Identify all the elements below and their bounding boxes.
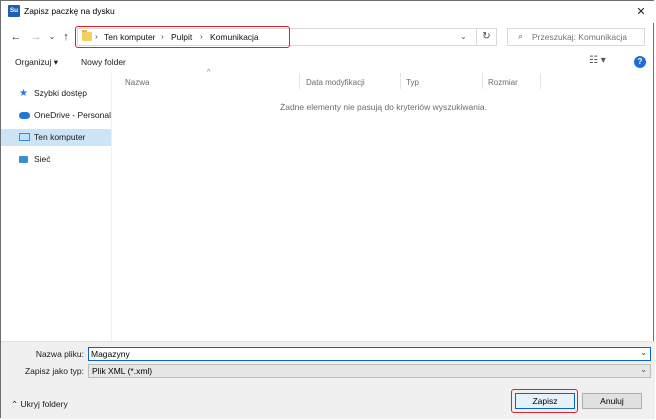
chevron-down-icon[interactable]: ⌄ <box>640 348 647 357</box>
address-highlight-box <box>75 26 290 48</box>
computer-icon <box>19 133 30 141</box>
column-separator[interactable] <box>400 73 401 89</box>
sidebar-item-label: Ten komputer <box>34 132 86 142</box>
filename-label: Nazwa pliku: <box>35 349 84 359</box>
search-icon: ⌕ <box>518 31 524 41</box>
cancel-button[interactable]: Anuluj <box>582 393 642 409</box>
sidebar-item-quick-access[interactable]: ★ Szybki dostęp <box>1 85 111 102</box>
new-folder-button[interactable]: Nowy folder <box>81 57 126 67</box>
forward-button[interactable]: → <box>28 29 44 45</box>
sidebar-item-label: OneDrive - Personal <box>34 110 112 120</box>
filetype-label: Zapisz jako typ: <box>24 366 84 376</box>
cloud-icon <box>19 112 30 119</box>
search-input[interactable] <box>532 30 642 44</box>
search-box[interactable]: ⌕ <box>507 28 645 46</box>
column-header-date-modified[interactable]: Data modyfikacji <box>306 78 365 87</box>
sort-ascending-icon: ^ <box>207 69 211 76</box>
column-separator[interactable] <box>540 73 541 89</box>
filetype-value: Plik XML (*.xml) <box>92 366 153 376</box>
window-title: Zapisz paczkę na dysku <box>24 6 115 16</box>
star-icon: ★ <box>19 88 28 99</box>
filename-field[interactable]: ⌄ <box>88 347 651 361</box>
refresh-button[interactable]: ↻ <box>477 28 497 46</box>
sidebar-item-label: Szybki dostęp <box>34 88 87 98</box>
up-button[interactable]: ↑ <box>58 29 74 45</box>
sidebar-item-label: Sieć <box>34 154 51 164</box>
column-header-type[interactable]: Typ <box>406 78 419 87</box>
back-button[interactable]: ← <box>8 29 24 45</box>
network-icon <box>19 156 28 163</box>
navigation-pane: ★ Szybki dostęp OneDrive - Personal Ten … <box>1 73 111 341</box>
save-button[interactable]: Zapisz <box>515 393 575 409</box>
chevron-down-icon[interactable]: ⌄ <box>640 365 647 374</box>
address-dropdown-icon[interactable]: ⌄ <box>460 32 467 41</box>
view-options-icon[interactable]: ☷ ▾ <box>589 55 606 66</box>
pane-divider[interactable] <box>111 73 112 341</box>
column-header-name[interactable]: Nazwa <box>125 78 149 87</box>
empty-list-message: Żadne elementy nie pasują do kryteriów w… <box>280 102 487 112</box>
column-separator[interactable] <box>482 73 483 89</box>
title-bar: Su Zapisz paczkę na dysku ✕ <box>1 1 655 23</box>
filetype-select[interactable]: Plik XML (*.xml) ⌄ <box>88 364 651 378</box>
organize-button[interactable]: Organizuj ▾ <box>15 57 58 68</box>
sidebar-item-network[interactable]: Sieć <box>1 151 111 168</box>
app-icon: Su <box>8 5 20 17</box>
save-dialog: Su Zapisz paczkę na dysku ✕ ← → ⌄ ↑ › Te… <box>0 0 655 419</box>
hide-folders-button[interactable]: ⌃ Ukryj foldery <box>11 399 68 410</box>
sidebar-item-this-pc[interactable]: Ten komputer <box>1 129 111 146</box>
filename-input[interactable] <box>91 348 631 360</box>
column-separator[interactable] <box>299 73 300 89</box>
help-icon[interactable]: ? <box>634 56 646 68</box>
sidebar-item-onedrive[interactable]: OneDrive - Personal <box>1 107 111 124</box>
column-header-size[interactable]: Rozmiar <box>488 78 518 87</box>
close-button[interactable]: ✕ <box>627 1 655 23</box>
